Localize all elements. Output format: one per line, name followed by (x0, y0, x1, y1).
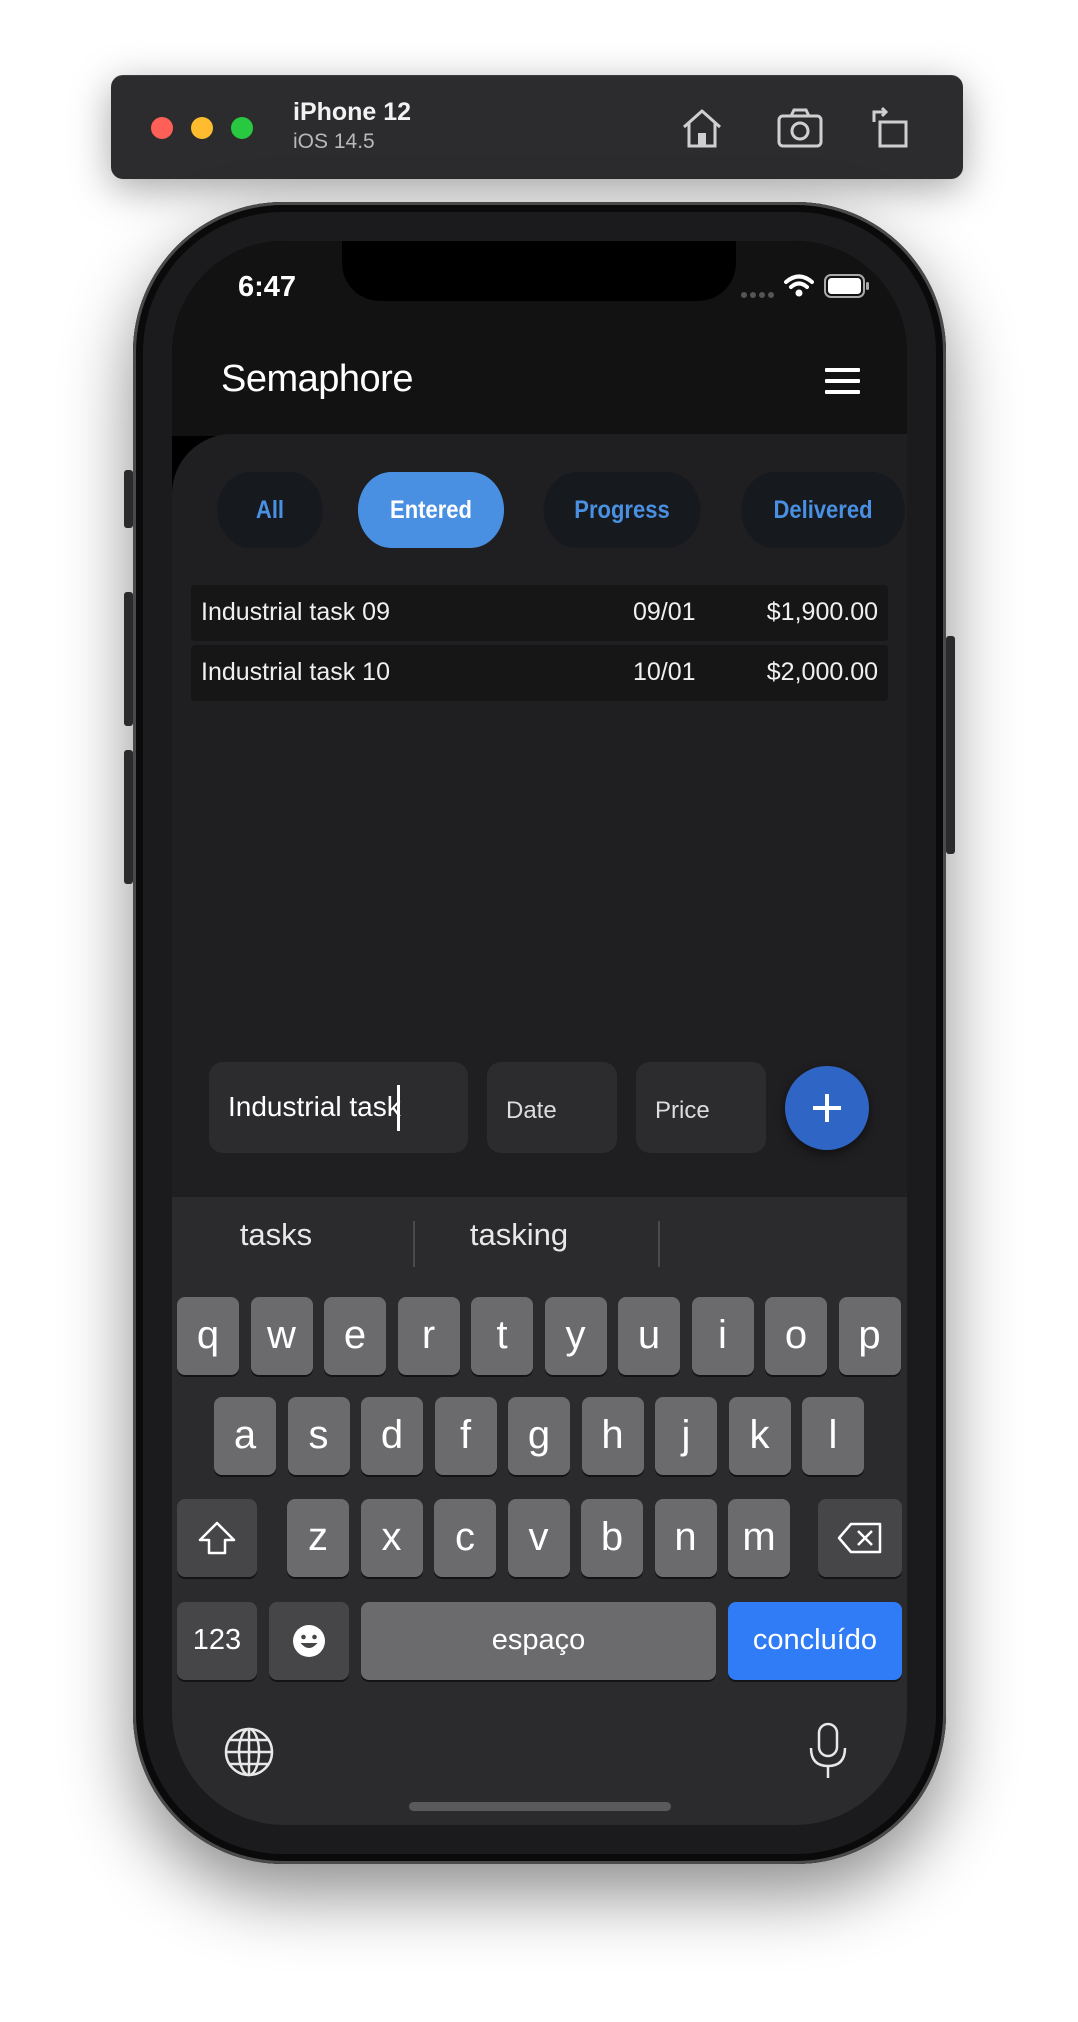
task-name-value: Industrial task (228, 1091, 401, 1122)
key-t[interactable]: t (471, 1297, 533, 1375)
suggestion-divider (658, 1221, 660, 1267)
key-q[interactable]: q (177, 1297, 239, 1375)
numbers-key[interactable]: 123 (177, 1602, 257, 1680)
task-price: $1,900.00 (766, 598, 878, 626)
globe-icon[interactable] (223, 1726, 275, 1778)
key-k[interactable]: k (728, 1397, 791, 1475)
key-b[interactable]: b (581, 1499, 643, 1577)
key-h[interactable]: h (581, 1397, 644, 1475)
tab-entered[interactable]: Entered (357, 472, 505, 548)
microphone-icon[interactable] (808, 1722, 848, 1780)
add-task-button[interactable] (785, 1066, 869, 1150)
plus-icon (813, 1094, 841, 1122)
zoom-window-button[interactable] (231, 117, 253, 139)
home-indicator (409, 1802, 671, 1811)
keyboard: tasks tasking 123 espaço concluído q w e… (172, 1197, 907, 1825)
task-name: Industrial task 09 (201, 598, 390, 626)
shift-icon (198, 1521, 236, 1555)
space-key[interactable]: espaço (361, 1602, 716, 1680)
task-row[interactable]: Industrial task 09 09/01 $1,900.00 (191, 585, 888, 641)
price-placeholder: Price (655, 1097, 710, 1124)
wifi-icon (784, 274, 814, 297)
key-w[interactable]: w (250, 1297, 313, 1375)
app-title: Semaphore (221, 358, 413, 400)
key-e[interactable]: e (324, 1297, 386, 1375)
phone-screen: 6:47 Semaphore All Entered Progress Deli… (172, 241, 907, 1825)
emoji-key[interactable] (269, 1602, 349, 1680)
key-i[interactable]: i (691, 1297, 754, 1375)
key-y[interactable]: y (544, 1297, 607, 1375)
key-a[interactable]: a (214, 1397, 276, 1475)
suggestion-1[interactable]: tasks (186, 1217, 366, 1253)
os-version: iOS 14.5 (293, 130, 375, 153)
key-m[interactable]: m (728, 1499, 790, 1577)
power-button (946, 636, 955, 854)
backspace-icon (837, 1522, 882, 1554)
task-date: 10/01 (633, 658, 696, 686)
notch (342, 241, 736, 301)
emoji-icon (293, 1625, 325, 1657)
key-o[interactable]: o (765, 1297, 827, 1375)
key-f[interactable]: f (434, 1397, 497, 1475)
home-icon[interactable] (676, 102, 728, 154)
key-d[interactable]: d (361, 1397, 423, 1475)
backspace-key[interactable] (818, 1499, 902, 1577)
key-c[interactable]: c (434, 1499, 496, 1577)
battery-icon (824, 274, 869, 298)
suggestion-divider (413, 1221, 415, 1267)
minimize-window-button[interactable] (191, 117, 213, 139)
shift-key[interactable] (177, 1499, 257, 1577)
device-name: iPhone 12 (293, 98, 412, 126)
task-name: Industrial task 10 (201, 658, 390, 686)
signal-icon (741, 292, 774, 298)
simulator-toolbar (111, 75, 963, 179)
tab-progress[interactable]: Progress (543, 472, 701, 548)
key-x[interactable]: x (360, 1499, 423, 1577)
mute-switch (124, 470, 133, 528)
key-u[interactable]: u (618, 1297, 680, 1375)
tab-all[interactable]: All (217, 472, 323, 548)
date-input[interactable]: Date (487, 1062, 617, 1153)
key-z[interactable]: z (287, 1499, 349, 1577)
rotate-icon[interactable] (866, 102, 918, 154)
status-time: 6:47 (238, 271, 297, 303)
done-key[interactable]: concluído (728, 1602, 902, 1680)
key-v[interactable]: v (507, 1499, 570, 1577)
key-l[interactable]: l (802, 1397, 864, 1475)
close-window-button[interactable] (151, 117, 173, 139)
task-price: $2,000.00 (766, 658, 878, 686)
screenshot-icon[interactable] (774, 102, 826, 154)
task-name-input[interactable]: Industrial task (209, 1062, 468, 1153)
volume-up-button (124, 592, 133, 726)
price-input[interactable]: Price (636, 1062, 766, 1153)
key-j[interactable]: j (655, 1397, 717, 1475)
volume-down-button (124, 750, 133, 884)
key-s[interactable]: s (287, 1397, 350, 1475)
date-placeholder: Date (506, 1097, 557, 1124)
text-cursor (397, 1085, 400, 1131)
task-date: 09/01 (633, 598, 696, 626)
key-g[interactable]: g (508, 1397, 570, 1475)
hamburger-menu-icon[interactable] (825, 368, 860, 394)
task-row[interactable]: Industrial task 10 10/01 $2,000.00 (191, 645, 888, 701)
key-n[interactable]: n (654, 1499, 717, 1577)
tab-delivered[interactable]: Delivered (741, 472, 905, 548)
key-r[interactable]: r (397, 1297, 460, 1375)
key-p[interactable]: p (838, 1297, 901, 1375)
suggestion-2[interactable]: tasking (429, 1217, 609, 1253)
